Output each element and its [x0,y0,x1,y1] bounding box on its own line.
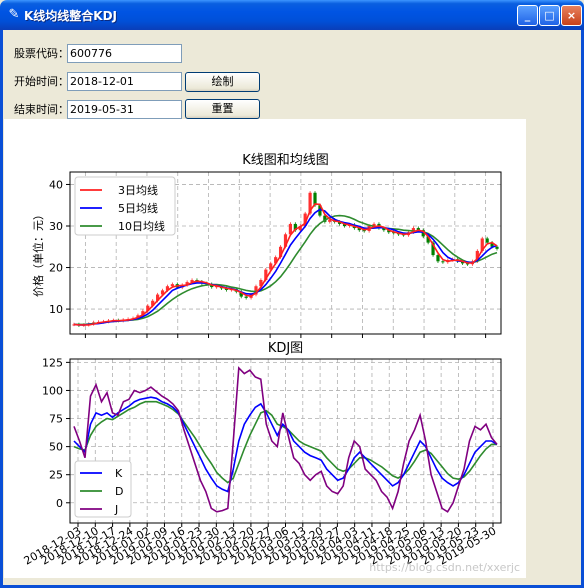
kdj-legend-label: J [114,503,118,516]
candle-body [485,238,489,243]
kline-legend-label: 3日均线 [118,183,158,197]
candle-body [170,284,174,287]
kline-legend-label: 10日均线 [118,219,165,233]
start-date-input[interactable] [67,72,182,91]
start-date-label: 开始时间： [14,75,69,88]
close-icon: × [566,9,577,22]
app-window: ✎ K线均线整合KDJ _ □ × 股票代码： 开始时间： 绘制 结束时间： 重… [0,0,584,588]
kdj-ytick-label: 25 [49,469,63,482]
kline-y-axis-label: 价格（单位：元） [31,209,45,297]
kline-ytick-label: 40 [49,178,63,191]
minimize-button[interactable]: _ [517,5,538,26]
close-button[interactable]: × [561,5,582,26]
candle-body [244,296,248,298]
kdj-ytick-label: 125 [42,356,63,369]
plot-canvas: 10 20 30 40 K线图和均线图价格（单位：元） 3日均线 5日均线 10日均线 0 25 5… [4,119,526,578]
kline-ytick-label: 20 [49,262,63,275]
candle-body [441,261,445,263]
maximize-button[interactable]: □ [539,5,560,26]
candle-body [436,255,440,262]
kdj-legend-label: K [115,467,123,480]
end-date-input[interactable] [67,100,182,119]
window-title: K线均线整合KDJ [24,9,118,23]
kdj-legend-label: D [115,485,123,498]
kline-ytick-label: 30 [49,220,63,233]
kline-chart-title: K线图和均线图 [242,153,329,168]
stock-code-label: 股票代码： [14,47,69,60]
kline-ytick-label: 10 [49,303,63,316]
window-border-left [0,30,3,588]
csdn-watermark: https://blog.csdn.net/xxerjc [369,561,520,574]
maximize-icon: □ [544,9,555,22]
kline-legend-label: 5日均线 [118,201,158,215]
title-bar[interactable]: ✎ K线均线整合KDJ _ □ × [0,0,584,30]
draw-button[interactable]: 绘制 [185,72,260,92]
reset-button[interactable]: 重置 [185,99,260,119]
minimize-icon: _ [524,9,531,22]
kdj-ytick-label: 100 [42,384,63,397]
kdj-ytick-label: 0 [56,497,63,510]
kdj-ytick-label: 50 [49,441,63,454]
kdj-chart-title: KDJ图 [268,341,303,356]
candle-body [495,246,499,249]
feather-icon: ✎ [8,7,20,22]
kdj-ytick-label: 75 [49,413,63,426]
stock-code-input[interactable] [67,44,182,63]
charts-svg: 10 20 30 40 K线图和均线图价格（单位：元） 3日均线 5日均线 10日均线 0 25 5… [22,153,520,574]
end-date-label: 结束时间： [14,103,69,116]
